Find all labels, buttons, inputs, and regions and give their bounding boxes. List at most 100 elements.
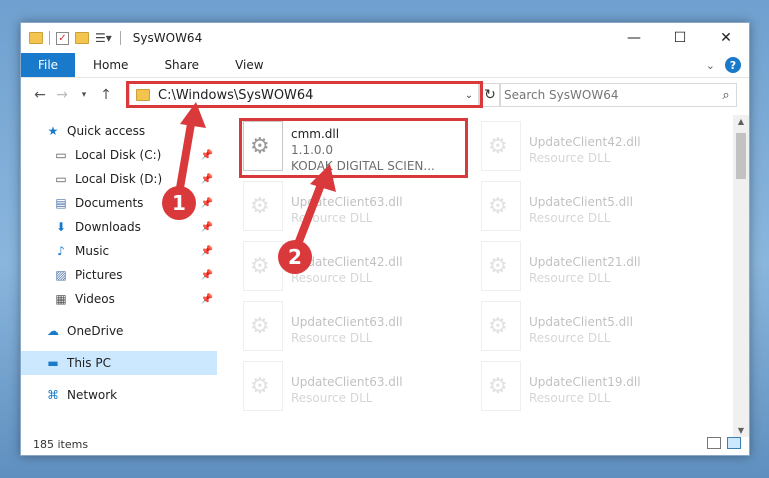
pin-icon[interactable]: 📌 [201, 246, 213, 257]
nav-label: Pictures [75, 268, 123, 282]
nav-item-pictures[interactable]: ▨ Pictures 📌 [21, 263, 217, 287]
forward-arrow-icon[interactable]: → [51, 87, 73, 103]
downloads-icon: ⬇ [55, 220, 67, 234]
customize-icon[interactable]: ☰▾ [95, 31, 112, 45]
properties-icon[interactable]: ✓ [56, 31, 69, 45]
window-title: SysWOW64 [132, 31, 203, 45]
navigation-pane: ★ Quick access ▭ Local Disk (C:) 📌 ▭ Loc… [21, 115, 217, 435]
scroll-thumb[interactable] [736, 133, 746, 179]
nav-label: Documents [75, 196, 144, 210]
nav-item-local-disk-c[interactable]: ▭ Local Disk (C:) 📌 [21, 143, 217, 167]
file-item[interactable]: UpdateClient5.dll Resource DLL [481, 181, 711, 239]
file-item[interactable]: UpdateClient63.dll Resource DLL [243, 301, 473, 359]
nav-network[interactable]: ⌘ Network [21, 383, 217, 407]
nav-label: Network [67, 388, 118, 402]
file-type: Resource DLL [291, 271, 373, 285]
music-icon: ♪ [57, 244, 65, 258]
nav-label: This PC [67, 356, 111, 370]
nav-label: Downloads [75, 220, 141, 234]
step-1-badge: 1 [162, 186, 196, 220]
computer-icon: ▬ [47, 356, 59, 370]
file-tab[interactable]: File [21, 53, 75, 77]
file-type: Resource DLL [291, 331, 373, 345]
details-view-icon[interactable] [707, 437, 721, 449]
nav-quick-access[interactable]: ★ Quick access [21, 119, 217, 143]
separator [49, 31, 50, 45]
file-item[interactable]: UpdateClient63.dll Resource DLL [243, 181, 473, 239]
maximize-button[interactable]: ☐ [657, 23, 703, 53]
network-icon: ⌘ [47, 388, 59, 402]
quick-access-toolbar: ✓ ☰▾ [29, 31, 112, 45]
scroll-up-icon[interactable]: ▲ [733, 117, 749, 126]
dll-file-icon [243, 361, 283, 411]
nav-label: Videos [75, 292, 115, 306]
nav-item-videos[interactable]: ▦ Videos 📌 [21, 287, 217, 311]
videos-icon: ▦ [55, 292, 67, 306]
nav-label: Quick access [67, 124, 146, 138]
dll-file-icon [243, 181, 283, 231]
dll-file-icon [481, 181, 521, 231]
drive-icon: ▭ [55, 148, 67, 162]
pin-icon[interactable]: 📌 [201, 174, 213, 185]
pin-icon[interactable]: 📌 [201, 222, 213, 233]
file-highlight-box [239, 118, 468, 178]
file-item[interactable]: UpdateClient5.dll Resource DLL [481, 301, 711, 359]
dll-file-icon [481, 121, 521, 171]
ribbon-tabs: File Home Share View ⌄ ? [21, 53, 749, 77]
file-item[interactable]: UpdateClient42.dllResource DLL [243, 241, 473, 299]
close-button[interactable]: ✕ [703, 23, 749, 53]
star-icon: ★ [47, 124, 59, 138]
tiles-view-icon[interactable] [727, 437, 741, 449]
vertical-scrollbar[interactable]: ▲ ▼ [733, 115, 749, 437]
file-name: UpdateClient19.dll [529, 375, 641, 389]
pin-icon[interactable]: 📌 [201, 198, 213, 209]
search-box[interactable]: ⌕ [499, 83, 737, 107]
dll-file-icon [481, 241, 521, 291]
file-type: Resource DLL [529, 331, 611, 345]
file-name: UpdateClient63.dll [291, 315, 403, 329]
nav-label: OneDrive [67, 324, 124, 338]
nav-label: Music [75, 244, 110, 258]
file-type: Resource DLL [529, 211, 611, 225]
file-name: UpdateClient5.dll [529, 315, 633, 329]
file-type: Resource DLL [529, 391, 611, 405]
dll-file-icon [243, 301, 283, 351]
up-arrow-icon[interactable]: ↑ [95, 87, 117, 103]
file-type: Resource DLL [529, 271, 611, 285]
search-icon[interactable]: ⌕ [716, 88, 736, 103]
pin-icon[interactable]: 📌 [201, 150, 213, 161]
nav-onedrive[interactable]: ☁ OneDrive [21, 319, 217, 343]
nav-this-pc[interactable]: ▬ This PC [21, 351, 217, 375]
pin-icon[interactable]: 📌 [201, 270, 213, 281]
nav-label: Local Disk (C:) [75, 148, 162, 162]
tab-share[interactable]: Share [146, 58, 217, 72]
cloud-icon: ☁ [47, 324, 59, 338]
file-type: Resource DLL [529, 151, 611, 165]
file-item[interactable]: UpdateClient42.dllResource DLL [481, 121, 711, 179]
recent-locations-icon[interactable]: ▾ [73, 90, 95, 100]
help-icon[interactable]: ? [725, 57, 741, 73]
pin-icon[interactable]: 📌 [201, 294, 213, 305]
nav-label: Local Disk (D:) [75, 172, 163, 186]
nav-item-downloads[interactable]: ⬇ Downloads 📌 [21, 215, 217, 239]
new-folder-icon[interactable] [75, 32, 89, 44]
tab-view[interactable]: View [217, 58, 281, 72]
status-bar: 185 items [21, 433, 749, 455]
drive-icon: ▭ [55, 172, 67, 186]
nav-item-music[interactable]: ♪ Music 📌 [21, 239, 217, 263]
dll-file-icon [481, 361, 521, 411]
title-bar: ✓ ☰▾ SysWOW64 — ☐ ✕ [21, 23, 749, 53]
file-name: UpdateClient63.dll [291, 375, 403, 389]
file-item[interactable]: UpdateClient21.dll Resource DLL [481, 241, 711, 299]
file-item[interactable]: UpdateClient63.dll Resource DLL [243, 361, 473, 419]
file-type: Resource DLL [291, 391, 373, 405]
item-count: 185 items [33, 437, 89, 451]
expand-ribbon-icon[interactable]: ⌄ [706, 59, 715, 72]
back-arrow-icon[interactable]: ← [29, 87, 51, 103]
file-item[interactable]: UpdateClient19.dll Resource DLL [481, 361, 711, 419]
search-input[interactable] [504, 88, 716, 102]
tab-home[interactable]: Home [75, 58, 146, 72]
file-name: UpdateClient63.dll [291, 195, 403, 209]
folder-icon [29, 32, 43, 44]
minimize-button[interactable]: — [611, 23, 657, 53]
